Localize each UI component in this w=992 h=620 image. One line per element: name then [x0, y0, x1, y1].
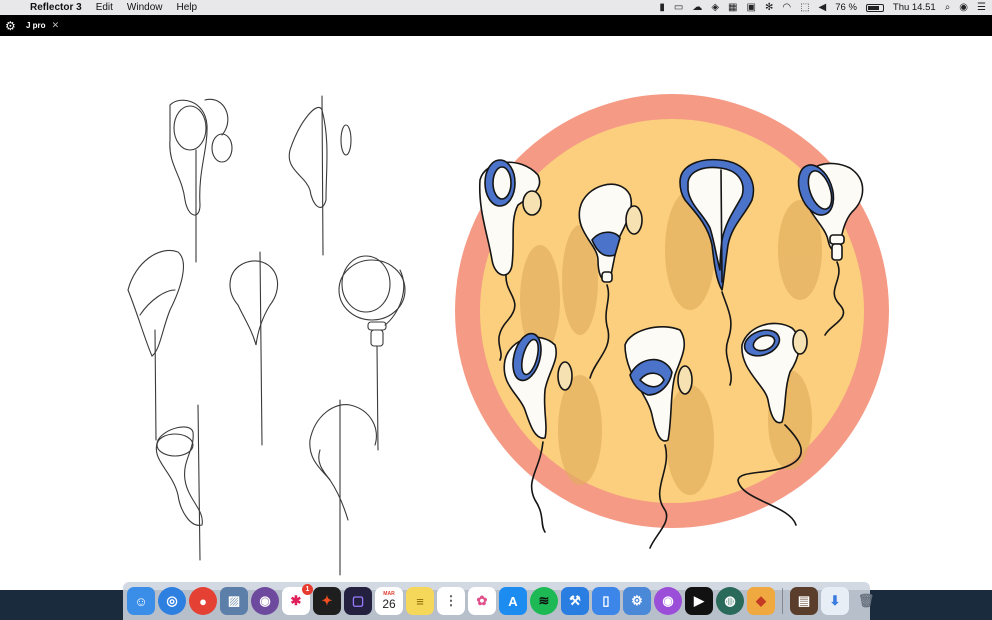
- note-icon[interactable]: ▮: [659, 0, 665, 15]
- clock[interactable]: Thu 14.51: [893, 2, 936, 13]
- photos-icon[interactable]: ✿: [468, 587, 496, 615]
- finder-icon[interactable]: ☺: [127, 587, 155, 615]
- menu-window[interactable]: Window: [127, 2, 163, 13]
- instruments-icon[interactable]: ⚙: [623, 587, 651, 615]
- app-menu[interactable]: Reflector 3: [28, 2, 82, 13]
- app-store-icon[interactable]: A: [499, 587, 527, 615]
- mirrored-screen: [0, 36, 992, 620]
- pencil-sketches: [127, 95, 406, 576]
- grid-icon[interactable]: ▦: [728, 0, 737, 15]
- menu-edit[interactable]: Edit: [96, 2, 113, 13]
- simulator-icon[interactable]: ▯: [592, 587, 620, 615]
- downloads-folder-icon[interactable]: ⬇: [821, 587, 849, 615]
- volume-icon[interactable]: ◀: [819, 0, 827, 15]
- tab-device[interactable]: J pro ✕: [26, 20, 59, 31]
- fan-icon[interactable]: ✻: [765, 0, 773, 15]
- trash-icon[interactable]: 🗑: [852, 587, 880, 615]
- tab-title: J pro: [26, 21, 46, 30]
- xcode-icon[interactable]: ⚒: [561, 587, 589, 615]
- battery-percentage[interactable]: 76 %: [835, 2, 857, 13]
- spotify-icon[interactable]: ≋: [530, 587, 558, 615]
- keychain-icon[interactable]: ◍: [716, 587, 744, 615]
- safari-icon[interactable]: ◎: [158, 587, 186, 615]
- figma-icon[interactable]: ✦: [313, 587, 341, 615]
- status-area: ▮ ▭ ☁ ◈ ▦ ▣ ✻ ◠ ⬚ ◀ 76 % Thu 14.51 ⌕ ◉ ☰: [659, 0, 986, 15]
- dropbox-icon[interactable]: ◈: [711, 0, 719, 15]
- chrome-icon[interactable]: ●: [189, 587, 217, 615]
- notes-icon[interactable]: ≡: [406, 587, 434, 615]
- siri-icon[interactable]: ◉: [959, 0, 968, 15]
- sketch-illustration: [127, 94, 889, 576]
- window-tab-bar: ⚙ J pro ✕: [0, 15, 992, 36]
- recent-screenshot-icon[interactable]: ▤: [790, 587, 818, 615]
- calendar-icon[interactable]: MAR 26: [375, 587, 403, 615]
- notification-center-icon[interactable]: ☰: [977, 0, 986, 15]
- preview-icon[interactable]: ▨: [220, 587, 248, 615]
- dock-divider: [782, 588, 783, 614]
- airplay-icon[interactable]: ▭: [674, 0, 683, 15]
- dock: ☺ ◎ ● ▨ ◉ ✱ 1 ✦ ▢ MAR 26 ≡ ⋮ ✿ A ≋ ⚒ ▯ ⚙ …: [123, 582, 874, 620]
- wifi-icon[interactable]: ◠: [782, 0, 791, 15]
- podcasts-icon[interactable]: ◉: [654, 587, 682, 615]
- screen-recorder-icon[interactable]: ▢: [344, 587, 372, 615]
- calendar-day: 26: [382, 597, 396, 611]
- screen-mirroring-icon[interactable]: ⬚: [800, 0, 809, 15]
- battery-fill: [867, 5, 879, 10]
- apple-tv-icon[interactable]: ▶: [685, 587, 713, 615]
- sketch-app-icon[interactable]: ◆: [747, 587, 775, 615]
- menu-help[interactable]: Help: [177, 2, 198, 13]
- battery-icon[interactable]: [865, 3, 884, 12]
- creative-cloud-icon[interactable]: ☁: [692, 0, 702, 15]
- spotlight-search-icon[interactable]: ⌕: [945, 0, 951, 15]
- reminders-icon[interactable]: ⋮: [437, 587, 465, 615]
- slack-badge: 1: [302, 584, 313, 595]
- github-desktop-icon[interactable]: ◉: [251, 587, 279, 615]
- display-icon[interactable]: ▣: [747, 0, 756, 15]
- gear-icon[interactable]: ⚙: [5, 19, 19, 33]
- slack-icon[interactable]: ✱ 1: [282, 584, 313, 615]
- color-illustration: [455, 94, 889, 549]
- close-icon[interactable]: ✕: [52, 20, 60, 31]
- menu-bar: Reflector 3 Edit Window Help ▮ ▭ ☁ ◈ ▦ ▣…: [0, 0, 992, 15]
